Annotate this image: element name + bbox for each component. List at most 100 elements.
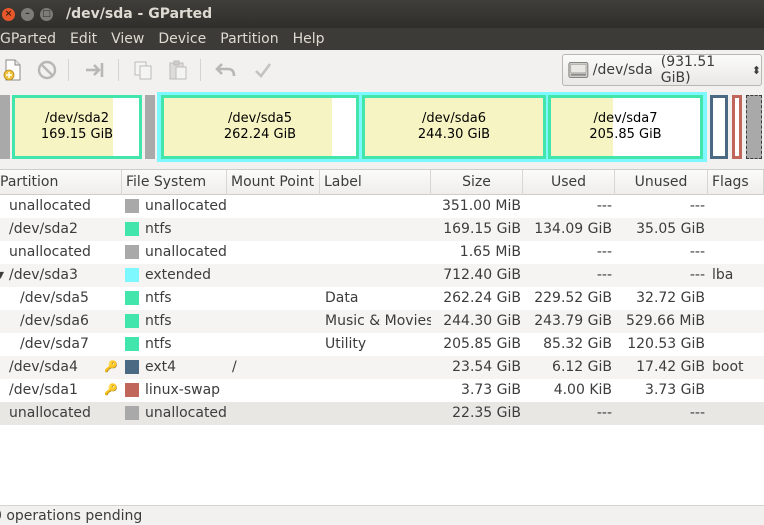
minimize-window-button[interactable]: – bbox=[21, 7, 34, 21]
graph-unallocated-1[interactable] bbox=[0, 95, 10, 159]
close-window-button[interactable]: × bbox=[2, 7, 15, 21]
cell-used: 85.32 GiB bbox=[543, 336, 612, 352]
graph-partition-sda2[interactable]: /dev/sda2 169.15 GiB bbox=[12, 95, 142, 159]
undo-button[interactable] bbox=[213, 57, 239, 83]
table-row[interactable]: /dev/sda6 ntfs Music & Movies 244.30 GiB 243… bbox=[0, 310, 764, 333]
apply-button[interactable] bbox=[250, 57, 276, 83]
table-row[interactable]: /dev/sda5 ntfs Data 262.24 GiB 229.52 GiB 32.… bbox=[0, 287, 764, 310]
copy-button[interactable] bbox=[130, 57, 156, 83]
table-row[interactable]: /dev/sda2 ntfs 169.15 GiB 134.09 GiB 35.05 G… bbox=[0, 218, 764, 241]
cell-unused: 35.05 GiB bbox=[636, 221, 705, 237]
key-lock-icon: 🔑 bbox=[104, 383, 118, 396]
key-lock-icon: 🔑 bbox=[104, 360, 118, 373]
cell-unused: 3.73 GiB bbox=[645, 382, 705, 398]
cell-flags bbox=[712, 241, 762, 264]
cell-unused: 32.72 GiB bbox=[636, 290, 705, 306]
graph-label-name: /dev/sda2 bbox=[45, 111, 109, 126]
cell-file-system: extended bbox=[145, 267, 212, 283]
hard-disk-icon bbox=[568, 61, 589, 79]
menu-gparted[interactable]: GParted bbox=[0, 28, 63, 50]
toolbar-separator bbox=[118, 59, 119, 81]
maximize-window-button[interactable]: □ bbox=[40, 7, 53, 21]
cell-flags bbox=[712, 379, 762, 402]
column-flags[interactable]: Flags bbox=[708, 170, 764, 195]
fs-color-swatch bbox=[125, 406, 139, 420]
window-title: /dev/sda - GParted bbox=[66, 6, 213, 22]
cell-unused: --- bbox=[689, 198, 705, 214]
cell-partition: unallocated bbox=[9, 405, 91, 421]
column-file-system[interactable]: File System bbox=[122, 170, 227, 195]
table-row[interactable]: /dev/sda4 🔑 ext4 / 23.54 GiB 6.12 GiB 17.42 Gi… bbox=[0, 356, 764, 379]
graph-unallocated-3[interactable] bbox=[746, 95, 762, 159]
table-row[interactable]: unallocated unallocated 1.65 MiB --- --- bbox=[0, 241, 764, 264]
cell-unused: 529.66 MiB bbox=[625, 313, 705, 329]
status-text: 0 operations pending bbox=[0, 508, 143, 524]
resize-move-icon bbox=[86, 63, 104, 77]
cell-partition: /dev/sda7 bbox=[20, 336, 89, 352]
new-partition-button[interactable] bbox=[0, 57, 26, 83]
title-bar: × – □ /dev/sda - GParted bbox=[0, 0, 764, 28]
menu-view[interactable]: View bbox=[104, 28, 151, 50]
checkmark-icon bbox=[255, 63, 272, 78]
menu-help[interactable]: Help bbox=[286, 28, 332, 50]
device-selector[interactable]: /dev/sda (931.51 GiB) ⬍ bbox=[562, 54, 762, 86]
resize-move-button[interactable] bbox=[82, 57, 108, 83]
menu-device[interactable]: Device bbox=[151, 28, 213, 50]
device-name: /dev/sda bbox=[592, 62, 653, 78]
menu-edit[interactable]: Edit bbox=[63, 28, 104, 50]
partition-table: Partition File System Mount Point Label … bbox=[0, 169, 764, 505]
fs-color-swatch bbox=[125, 314, 139, 328]
menu-bar: GParted Edit View Device Partition Help bbox=[0, 28, 764, 50]
cell-unused: 17.42 GiB bbox=[636, 359, 705, 375]
paste-button[interactable] bbox=[165, 57, 191, 83]
graph-partition-sda4[interactable] bbox=[710, 95, 728, 159]
expander-arrow-icon[interactable]: ▾ bbox=[0, 264, 5, 287]
column-mount-point[interactable]: Mount Point bbox=[227, 170, 320, 195]
menu-partition[interactable]: Partition bbox=[213, 28, 285, 50]
table-row[interactable]: ▾/dev/sda3 extended 712.40 GiB --- --- lba bbox=[0, 264, 764, 287]
cell-file-system: unallocated bbox=[145, 405, 227, 421]
graph-partition-sda7[interactable]: /dev/sda7 205.85 GiB bbox=[548, 95, 703, 159]
column-partition[interactable]: Partition bbox=[0, 170, 122, 195]
cell-label bbox=[325, 241, 431, 264]
table-row[interactable]: /dev/sda1 🔑 linux-swap 3.73 GiB 4.00 KiB 3.73… bbox=[0, 379, 764, 402]
cell-size: 169.15 GiB bbox=[443, 221, 521, 237]
cell-file-system: ntfs bbox=[145, 221, 172, 237]
cell-used: 243.79 GiB bbox=[534, 313, 612, 329]
cell-label bbox=[325, 218, 431, 241]
graph-label-name: /dev/sda5 bbox=[228, 111, 292, 126]
graph-partition-sda6[interactable]: /dev/sda6 244.30 GiB bbox=[362, 95, 546, 159]
graph-label-size: 169.15 GiB bbox=[40, 127, 114, 142]
cell-partition: /dev/sda5 bbox=[20, 290, 89, 306]
cell-partition: /dev/sda2 bbox=[9, 221, 78, 237]
table-row[interactable]: unallocated unallocated 22.35 GiB --- --- bbox=[0, 402, 764, 425]
cell-flags bbox=[712, 333, 762, 356]
cell-size: 712.40 GiB bbox=[443, 267, 521, 283]
graph-partition-sda1[interactable] bbox=[732, 95, 742, 159]
cell-size: 22.35 GiB bbox=[452, 405, 521, 421]
cell-flags bbox=[712, 402, 762, 425]
cell-mount-point: / bbox=[232, 359, 237, 375]
column-used[interactable]: Used bbox=[523, 170, 615, 195]
graph-unallocated-2[interactable] bbox=[145, 95, 155, 159]
cell-used: --- bbox=[596, 244, 612, 260]
cell-size: 205.85 GiB bbox=[443, 336, 521, 352]
cell-size: 262.24 GiB bbox=[443, 290, 521, 306]
column-size[interactable]: Size bbox=[431, 170, 523, 195]
table-row[interactable]: unallocated unallocated 351.00 MiB --- --- bbox=[0, 195, 764, 218]
cell-partition: /dev/sda3 bbox=[9, 267, 78, 283]
delete-partition-button[interactable] bbox=[34, 57, 60, 83]
cell-used: --- bbox=[596, 267, 612, 283]
cell-partition: /dev/sda6 bbox=[20, 313, 89, 329]
copy-icon bbox=[134, 61, 152, 80]
table-row[interactable]: /dev/sda7 ntfs Utility 205.85 GiB 85.32 GiB 1… bbox=[0, 333, 764, 356]
paste-icon bbox=[169, 60, 187, 80]
cell-size: 23.54 GiB bbox=[452, 359, 521, 375]
chevron-down-icon: ⬍ bbox=[751, 63, 761, 77]
column-label[interactable]: Label bbox=[320, 170, 431, 195]
graph-partition-sda5[interactable]: /dev/sda5 262.24 GiB bbox=[161, 95, 359, 159]
fs-color-swatch bbox=[125, 268, 139, 282]
cell-mount-point bbox=[232, 264, 320, 287]
cell-used: --- bbox=[596, 198, 612, 214]
column-unused[interactable]: Unused bbox=[615, 170, 708, 195]
